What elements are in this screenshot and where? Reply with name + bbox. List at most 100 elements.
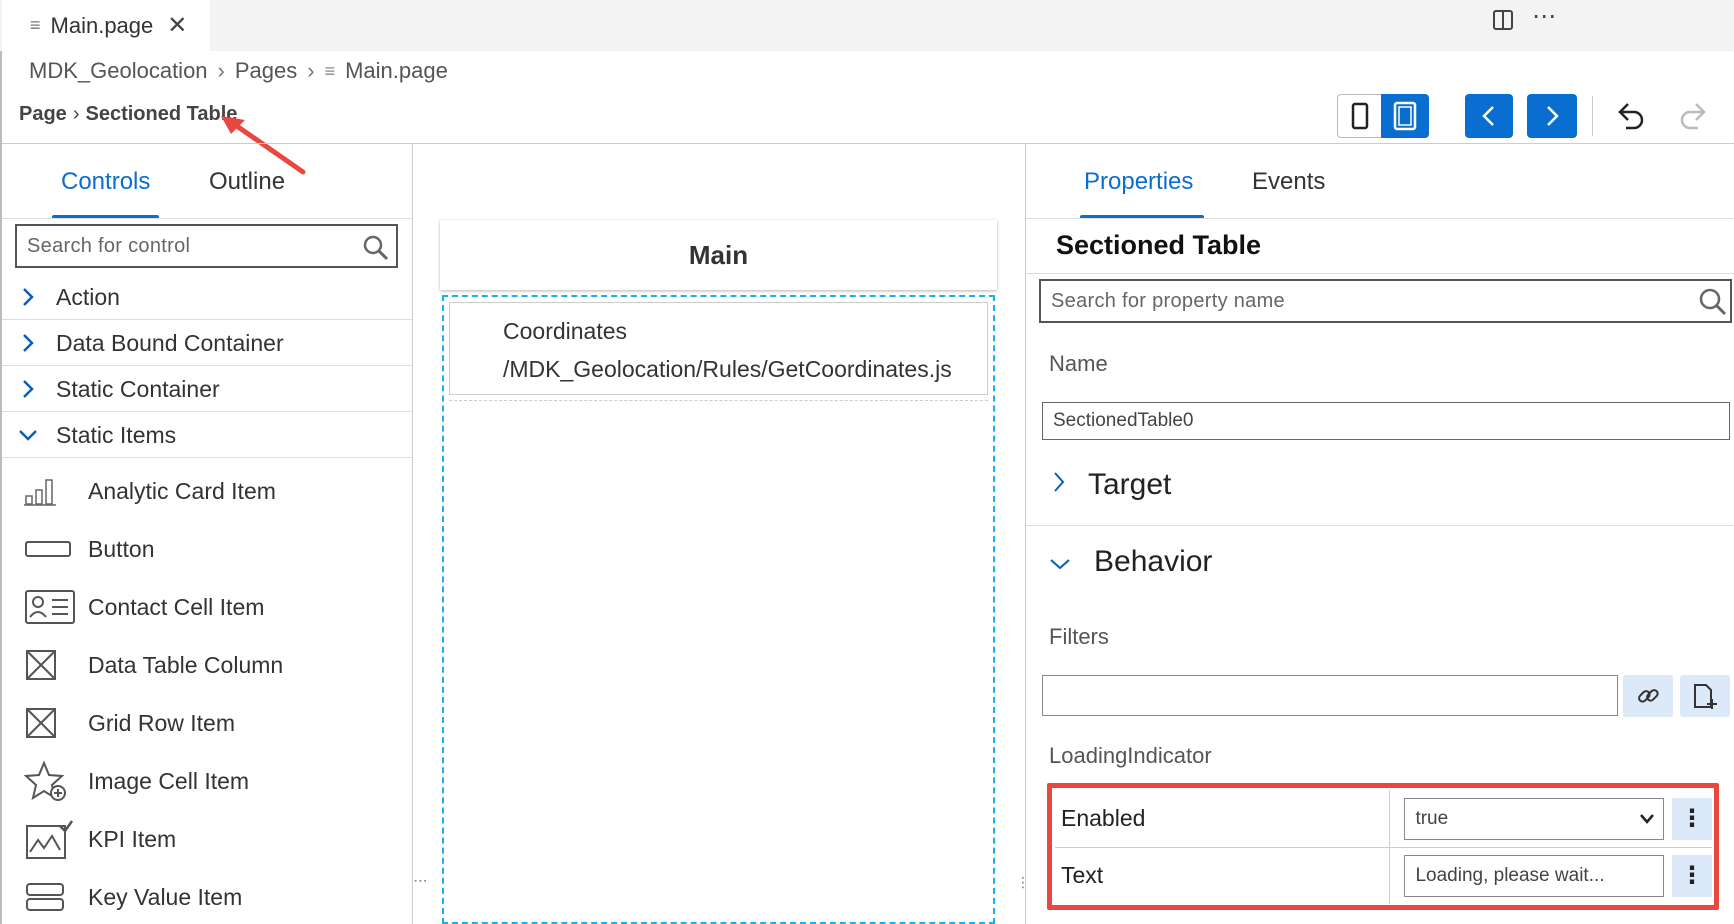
filters-label: Filters xyxy=(1049,624,1109,649)
editor-tab-main-page[interactable]: ≡ Main.page ✕ xyxy=(2,0,210,51)
breadcrumb-project[interactable]: MDK_Geolocation xyxy=(29,58,208,84)
control-label: Data Table Column xyxy=(88,651,284,678)
control-label: Image Cell Item xyxy=(88,767,250,794)
control-label: Key Value Item xyxy=(88,883,243,910)
object-cell[interactable]: Coordinates /MDK_Geolocation/Rules/GetCo… xyxy=(449,302,988,395)
divider xyxy=(2,218,412,219)
chevron-down-icon xyxy=(0,428,56,442)
search-icon[interactable] xyxy=(362,234,390,262)
link-icon xyxy=(1638,689,1659,703)
splitter-handle-left[interactable]: ⋮ xyxy=(413,874,429,888)
create-rule-button[interactable] xyxy=(1680,675,1730,717)
group-static-container[interactable]: Static Container xyxy=(0,366,410,412)
control-search-input[interactable]: Search for control xyxy=(15,224,398,268)
splitter-handle-right[interactable]: ⋮ xyxy=(1016,874,1030,891)
name-label: Name xyxy=(1049,351,1108,376)
editor-tab-title: Main.page xyxy=(50,12,154,38)
bar-chart-icon xyxy=(24,476,88,506)
close-icon[interactable]: ✕ xyxy=(167,11,187,40)
left-panel-border xyxy=(412,143,413,924)
chevron-right-icon xyxy=(0,332,56,354)
divider xyxy=(1026,273,1734,274)
page-path: Page › Sectioned Table xyxy=(19,103,237,126)
chevron-right-icon: › xyxy=(307,58,315,83)
name-input[interactable]: SectionedTable0 xyxy=(1042,402,1730,440)
window-border xyxy=(0,0,2,924)
canvas-page-header: Main xyxy=(440,220,997,290)
group-label: Data Bound Container xyxy=(56,329,284,356)
control-label: Grid Row Item xyxy=(88,709,235,736)
phone-icon xyxy=(1351,102,1368,130)
next-button[interactable] xyxy=(1527,94,1577,138)
bind-link-button[interactable] xyxy=(1623,675,1673,717)
chevron-right-icon xyxy=(0,286,56,308)
control-key-value-item[interactable]: Key Value Item xyxy=(24,872,242,922)
search-icon[interactable] xyxy=(1698,287,1728,317)
tablet-icon xyxy=(1393,101,1417,131)
canvas-page-title: Main xyxy=(688,239,749,270)
chevron-right-icon xyxy=(0,378,56,400)
search-placeholder: Search for property name xyxy=(1051,289,1285,312)
placeholder-box-icon xyxy=(24,648,88,682)
chevron-right-icon xyxy=(1547,106,1559,126)
control-data-table-column[interactable]: Data Table Column xyxy=(24,640,283,690)
placeholder-box-icon xyxy=(24,706,88,740)
section-target[interactable]: Target xyxy=(1052,468,1171,502)
control-contact-cell-item[interactable]: Contact Cell Item xyxy=(24,582,264,632)
breadcrumb: MDK_Geolocation › Pages › ≡ Main.page xyxy=(29,56,448,86)
star-add-icon xyxy=(24,760,88,802)
contact-card-icon xyxy=(24,589,88,625)
tab-controls[interactable]: Controls xyxy=(61,168,150,196)
file-lines-icon: ≡ xyxy=(324,60,336,81)
more-actions-icon[interactable]: ⋯ xyxy=(1532,2,1556,31)
tab-events[interactable]: Events xyxy=(1252,168,1325,196)
phone-view-button[interactable] xyxy=(1337,94,1381,138)
new-file-icon xyxy=(1694,684,1717,709)
group-data-bound-container[interactable]: Data Bound Container xyxy=(0,320,410,366)
page-path-root[interactable]: Page xyxy=(19,103,67,126)
divider xyxy=(2,457,412,458)
toolbar-separator xyxy=(2,143,1734,144)
key-value-icon xyxy=(24,881,88,913)
previous-button[interactable] xyxy=(1465,94,1513,138)
control-grid-row-item[interactable]: Grid Row Item xyxy=(24,698,235,748)
control-kpi-item[interactable]: KPI Item xyxy=(24,814,176,864)
chevron-right-icon: › xyxy=(72,103,80,125)
control-analytic-card-item[interactable]: Analytic Card Item xyxy=(24,466,276,516)
group-action[interactable]: Action xyxy=(0,274,410,320)
cell-title: Coordinates xyxy=(503,318,628,344)
divider xyxy=(1026,218,1734,219)
breadcrumb-pages[interactable]: Pages xyxy=(235,58,297,84)
redo-icon[interactable] xyxy=(1678,100,1708,132)
filters-input[interactable] xyxy=(1042,675,1618,716)
divider xyxy=(1026,525,1734,526)
control-button[interactable]: Button xyxy=(24,524,155,574)
cell-subtitle: /MDK_Geolocation/Rules/GetCoordinates.js xyxy=(503,356,952,382)
control-image-cell-item[interactable]: Image Cell Item xyxy=(24,756,249,806)
property-search-input[interactable]: Search for property name xyxy=(1039,279,1732,323)
group-label: Static Container xyxy=(56,375,220,402)
right-panel-border xyxy=(1025,143,1026,924)
tablet-view-button[interactable] xyxy=(1381,94,1429,138)
section-label: Target xyxy=(1088,468,1172,501)
tab-properties[interactable]: Properties xyxy=(1084,168,1193,196)
section-behavior[interactable]: Behavior xyxy=(1048,545,1212,579)
control-label: Contact Cell Item xyxy=(88,593,265,620)
editor-tab-bar: ≡ Main.page ✕ ⋯ xyxy=(0,0,1734,51)
chevron-right-icon: › xyxy=(217,58,225,83)
group-label: Static Items xyxy=(56,421,177,448)
control-label: Button xyxy=(88,535,155,562)
group-label: Action xyxy=(56,283,120,310)
search-placeholder: Search for control xyxy=(27,234,191,257)
loading-indicator-label: LoadingIndicator xyxy=(1049,743,1212,768)
group-static-items[interactable]: Static Items xyxy=(0,412,410,458)
control-label: KPI Item xyxy=(88,825,177,852)
split-editor-icon[interactable] xyxy=(1492,9,1514,31)
tab-outline[interactable]: Outline xyxy=(209,168,285,196)
section-divider xyxy=(449,400,988,401)
kpi-chart-icon xyxy=(24,818,88,860)
undo-icon[interactable] xyxy=(1616,100,1646,132)
chevron-left-icon xyxy=(1482,106,1494,126)
breadcrumb-file[interactable]: Main.page xyxy=(345,58,448,84)
annotation-highlight-box xyxy=(1047,783,1719,910)
